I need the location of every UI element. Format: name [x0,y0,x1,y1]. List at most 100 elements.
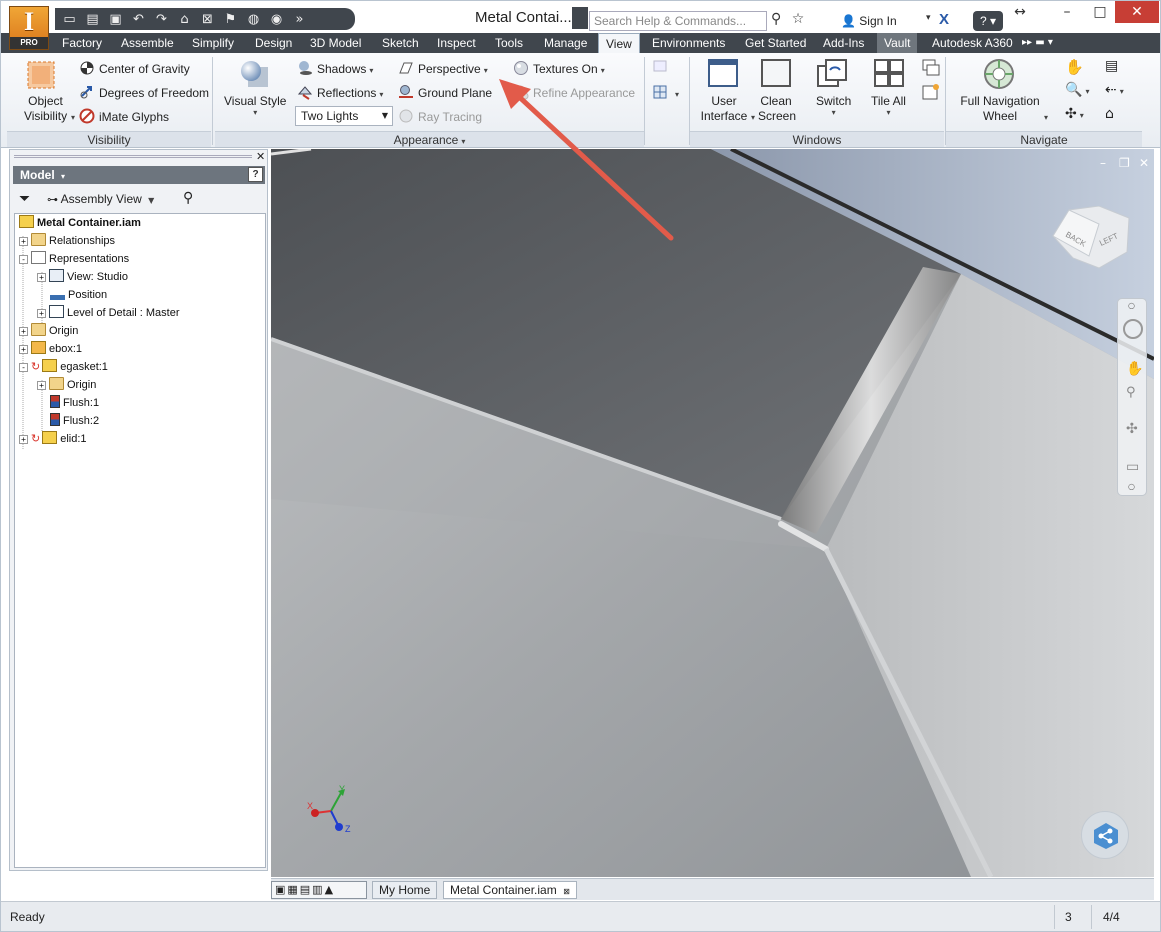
tab-add-ins[interactable]: Add-Ins [816,33,871,53]
binoculars-icon[interactable]: ⚲ [771,11,781,27]
view-cube[interactable]: BACK LEFT [1049,206,1135,276]
lighting-style-select[interactable]: Two Lights ▼ [295,106,393,126]
tab-my-home[interactable]: My Home [372,881,438,899]
share-button[interactable] [1081,811,1129,859]
graphics-viewport[interactable] [271,149,1154,877]
viewport-close-icon[interactable]: ✕ [1139,156,1149,170]
expand-icon[interactable]: + [19,345,28,354]
tree-node-elid[interactable]: + ↻ elid:1 [19,430,87,448]
collapse-icon[interactable]: - [19,255,28,264]
minimize-button[interactable]: – [1049,1,1085,23]
exchange-apps-icon[interactable]: X [939,11,949,28]
maximize-button[interactable]: □ [1085,1,1115,23]
navbar-options-icon[interactable]: ○ [1128,482,1135,491]
tree-node-view-studio[interactable]: + View: Studio [37,268,128,286]
select-icon[interactable]: ⚑ [220,12,241,27]
panel-grip[interactable] [14,155,252,158]
home-view-icon[interactable]: ⌂ [1105,106,1114,122]
new-window-button[interactable] [921,82,945,102]
look-at-icon[interactable]: ▭ [1126,459,1139,475]
tab-design[interactable]: Design [248,33,299,53]
sign-in-dropdown-icon[interactable]: ▾ [926,13,931,23]
tree-node-egasket[interactable]: - ↻ egasket:1 [19,358,108,376]
new-icon[interactable]: ▭ [59,12,80,27]
expand-icon[interactable]: + [19,327,28,336]
tab-overflow-icon[interactable]: ▸▸ ▬ ▾ [1015,33,1060,53]
tab-get-started[interactable]: Get Started [738,33,813,53]
binoculars-icon[interactable]: ⚲ [183,190,193,206]
zoom-icon[interactable]: 🔍 ▾ [1065,82,1089,98]
window-layout-icons[interactable]: ▣▦▤▥▲ [271,881,367,899]
assembly-view-dropdown[interactable]: ⊶ Assembly View ▼ [47,192,154,206]
appearance-icon[interactable]: ◉ [266,12,287,27]
tab-inspect[interactable]: Inspect [430,33,483,53]
browser-title-dropdown[interactable]: Model ▾ ? [13,166,265,184]
expand-icon[interactable]: + [19,237,28,246]
help-button[interactable]: ? ▾ [973,11,1003,31]
tab-view[interactable]: View [598,33,640,53]
degrees-of-freedom-button[interactable]: Degrees of Freedom [79,84,209,100]
sign-in-button[interactable]: 👤 Sign In [841,14,897,28]
tab-simplify[interactable]: Simplify [185,33,241,53]
tab-manage[interactable]: Manage [537,33,594,53]
tree-node-level-of-detail[interactable]: + Level of Detail : Master [37,304,180,322]
tab-metal-container[interactable]: Metal Container.iam ⊠ [443,881,577,899]
user-interface-button[interactable]: User Interface ▾ [700,94,755,125]
tab-tools[interactable]: Tools [488,33,530,53]
tree-node-representations[interactable]: - Representations [19,250,129,268]
tree-node-egasket-origin[interactable]: + Origin [37,376,96,394]
restore-arrows-icon[interactable]: ↔ [1007,1,1033,23]
orbit-icon[interactable]: ✣ ▾ [1065,106,1084,122]
close-panel-icon[interactable]: ✕ [256,150,265,163]
tree-node-flush-2[interactable]: Flush:2 [50,412,99,430]
tile-all-button[interactable]: Tile All ▾ [871,94,906,117]
reflections-button[interactable]: Reflections ▾ [297,84,383,100]
undo-icon[interactable]: ↶ [128,12,149,27]
help-icon[interactable]: ? [248,167,263,182]
save-icon[interactable]: ▣ [105,12,126,27]
update-icon[interactable]: ⊠ [197,12,218,27]
pan-icon[interactable]: ✋ [1126,361,1143,377]
clean-screen-button[interactable]: Clean Screen [758,94,796,124]
expand-icon[interactable]: + [37,273,46,282]
ground-plane-button[interactable]: Ground Plane [398,84,492,100]
full-navigation-wheel-button[interactable]: Full Navigation Wheel ▾ [959,94,1048,125]
redo-icon[interactable]: ↷ [151,12,172,27]
orbit-icon[interactable]: ✣ [1126,421,1138,437]
viewport-restore-icon[interactable]: ❐ [1119,156,1130,170]
imate-glyphs-button[interactable]: iMate Glyphs [79,108,169,124]
previous-view-icon[interactable]: ⇠ ▾ [1105,82,1124,98]
look-at-icon[interactable]: ▤ [1105,58,1118,74]
shadows-button[interactable]: Shadows ▾ [297,60,373,76]
tree-node-flush-1[interactable]: Flush:1 [50,394,99,412]
cascade-button[interactable] [921,58,945,78]
perspective-button[interactable]: Perspective ▾ [398,60,488,76]
customize-qat-icon[interactable]: » [289,12,310,27]
center-of-gravity-button[interactable]: Center of Gravity [79,60,190,76]
search-input[interactable]: Search Help & Commands... [589,11,767,31]
tab-assemble[interactable]: Assemble [114,33,181,53]
close-button[interactable]: ✕ [1115,1,1159,23]
steering-wheel-icon[interactable] [1123,319,1143,339]
app-logo-button[interactable]: I PRO [9,6,49,50]
zoom-icon[interactable]: ⚲ [1126,385,1136,400]
tree-node-position[interactable]: Position [50,286,107,304]
collapse-icon[interactable]: - [19,363,28,372]
tree-node-ebox[interactable]: + ebox:1 [19,340,82,358]
tab-environments[interactable]: Environments [645,33,732,53]
expand-icon[interactable]: + [37,381,46,390]
tab-vault[interactable]: Vault [877,33,918,53]
close-tab-icon[interactable]: ⊠ [563,887,570,896]
visual-style-button[interactable]: Visual Style ▾ [224,94,286,117]
expand-icon[interactable]: + [37,309,46,318]
navbar-close-icon[interactable]: ○ [1128,301,1135,310]
pan-icon[interactable]: ✋ [1065,58,1084,76]
object-visibility-button[interactable]: Object Visibility ▾ [23,94,75,125]
color-icon[interactable]: ◍ [243,12,264,27]
tab-factory[interactable]: Factory [55,33,109,53]
open-icon[interactable]: ▤ [82,12,103,27]
filter-icon[interactable]: ⏷ [19,191,30,207]
tree-node-origin[interactable]: + Origin [19,322,78,340]
tab-autodesk-a360[interactable]: Autodesk A360 [925,33,1020,53]
tab-sketch[interactable]: Sketch [375,33,426,53]
